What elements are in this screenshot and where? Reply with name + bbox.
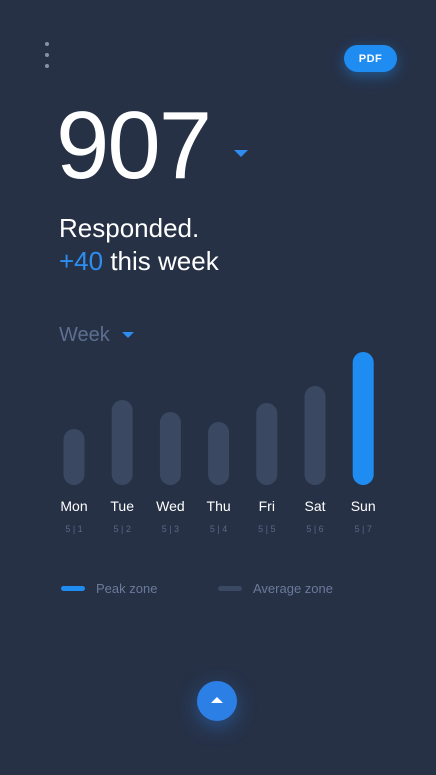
legend-swatch — [218, 585, 242, 591]
legend-item: Average zone — [218, 580, 333, 596]
day-date-sat: 5 | 6 — [306, 524, 324, 534]
weekly-bar-chart — [63, 352, 374, 485]
legend-item: Peak zone — [61, 580, 157, 596]
weekly-change: +40 this week — [59, 245, 219, 278]
menu-dot — [45, 53, 49, 57]
day-label-fri: Fri — [258, 498, 275, 514]
legend-label: Average zone — [253, 580, 333, 596]
legend-label: Peak zone — [96, 580, 158, 596]
day-date-tue: 5 | 2 — [113, 524, 131, 534]
caret-down-icon — [121, 332, 134, 338]
weekly-delta-suffix: this week — [103, 246, 219, 276]
chart-bar-sat — [304, 386, 326, 485]
day-label-thu: Thu — [206, 498, 231, 514]
day-label-tue: Tue — [110, 498, 134, 514]
menu-dot — [45, 64, 49, 68]
day-date-wed: 5 | 3 — [161, 524, 180, 534]
chart-bar-tue — [111, 400, 133, 485]
period-dropdown[interactable]: Week — [59, 322, 134, 348]
period-selected-label: Week — [59, 323, 110, 346]
chart-bar-fri — [256, 403, 278, 485]
day-label-wed: Wed — [156, 498, 185, 514]
more-vertical-icon[interactable] — [40, 42, 54, 68]
scroll-up-button[interactable] — [197, 681, 237, 721]
total-responded-value: 907 — [56, 92, 212, 199]
day-date-mon: 5 | 1 — [65, 524, 83, 534]
menu-dot — [45, 42, 49, 46]
summary-text: Responded. +40 this week — [59, 212, 219, 278]
weekly-delta: +40 — [59, 246, 104, 276]
pdf-export-button[interactable]: PDF — [344, 45, 397, 72]
chart-bar-mon — [63, 429, 85, 485]
day-label-sat: Sat — [304, 498, 326, 514]
day-label-sun: Sun — [350, 498, 376, 514]
chart-bar-wed — [159, 412, 181, 485]
chevron-up-icon — [211, 697, 223, 703]
day-date-thu: 5 | 4 — [209, 524, 228, 534]
day-date-fri: 5 | 5 — [258, 524, 276, 534]
caret-down-shape — [234, 149, 248, 157]
chart-bar-thu — [208, 422, 230, 485]
responded-label: Responded. — [59, 213, 200, 243]
legend-swatch — [61, 585, 85, 591]
day-label-mon: Mon — [60, 498, 88, 514]
caret-down-icon[interactable] — [232, 146, 250, 160]
chart-bar-sun — [352, 352, 374, 485]
day-date-sun: 5 | 7 — [354, 524, 372, 534]
